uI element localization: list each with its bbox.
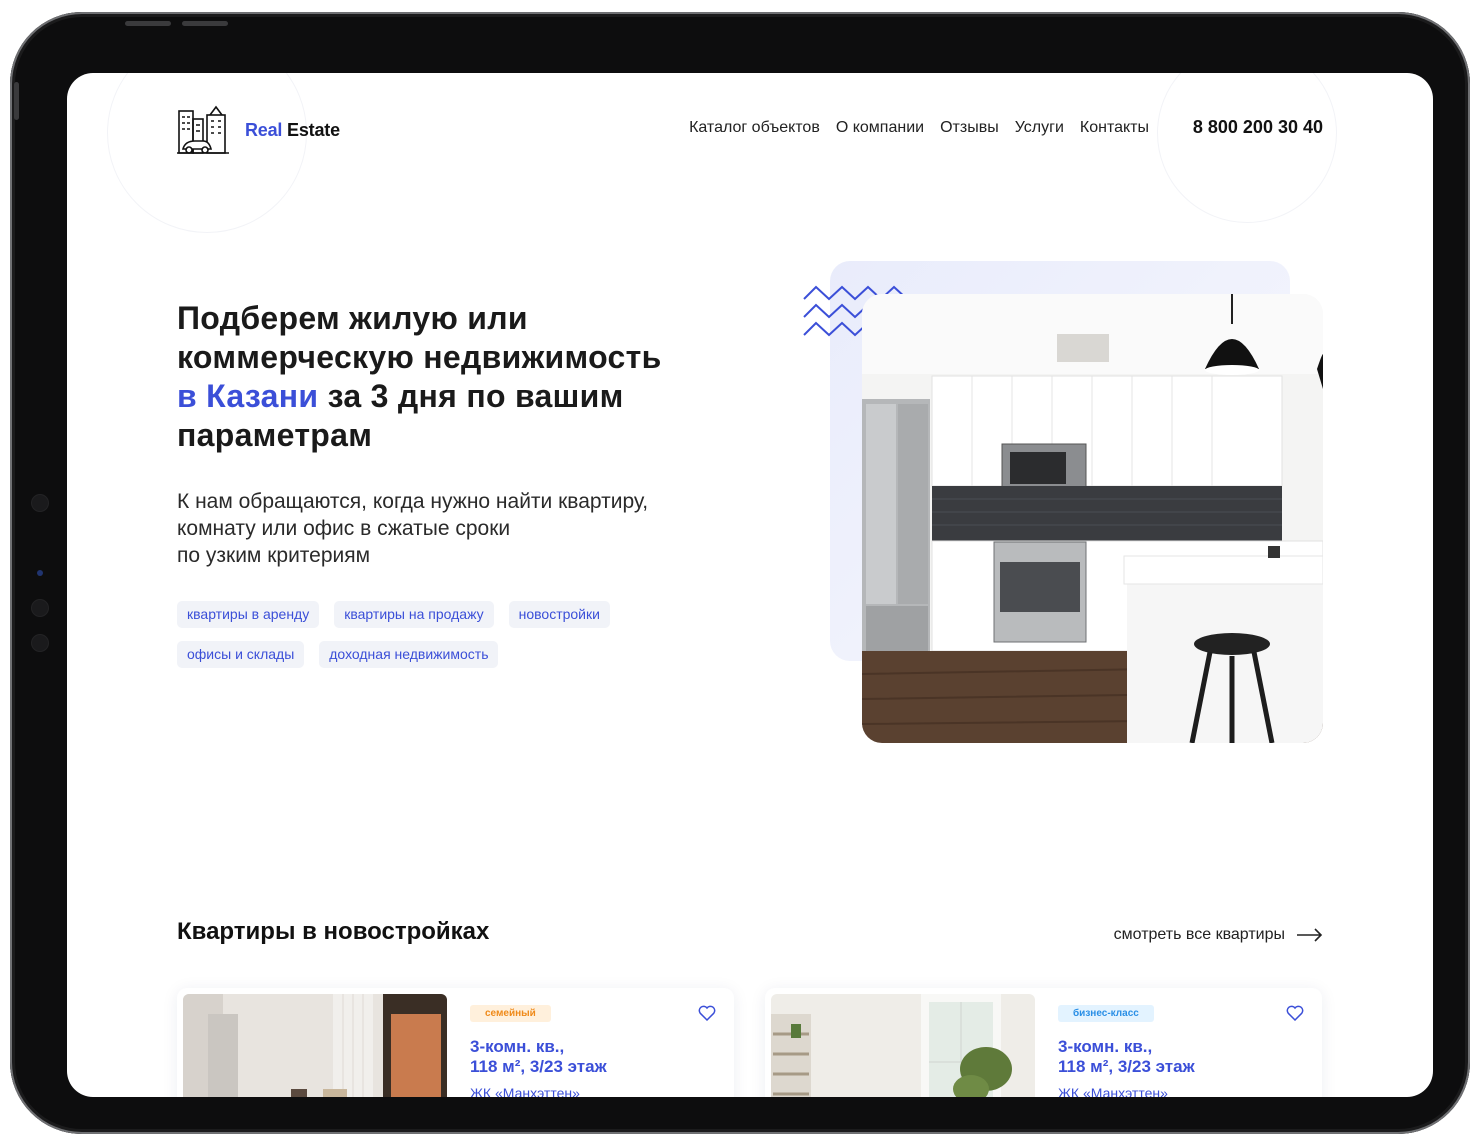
tag-new-buildings[interactable]: новостройки [508, 601, 610, 628]
hero-subtitle-line: по узким критериям [177, 544, 371, 567]
hero-title: Подберем жилую или коммерческую недвижим… [177, 299, 777, 455]
brand-name: Real Estate [245, 120, 340, 141]
hero-title-city: в Казани [177, 378, 319, 414]
hero-title-line: коммерческую недвижимость [177, 339, 662, 375]
camera-led [37, 570, 43, 576]
apartment-photo [771, 994, 1035, 1097]
logo[interactable]: Real Estate [177, 105, 340, 155]
section-title: Квартиры в новостройках [177, 918, 490, 945]
see-all-link[interactable]: смотреть все квартиры [1114, 926, 1323, 944]
brand-name-rest: Estate [287, 119, 340, 140]
device-button [182, 21, 228, 26]
apartment-card[interactable]: семейный 3-комн. кв., 118 м², 3/23 этаж Ж… [177, 988, 734, 1097]
kitchen-illustration [862, 294, 1323, 743]
tag-rent[interactable]: квартиры в аренду [177, 601, 320, 628]
project-link[interactable]: ЖК «Манхэттен» [470, 1085, 580, 1097]
tag-income-property[interactable]: доходная недвижимость [319, 641, 499, 668]
apartment-title-line: 3-комн. кв., [1058, 1037, 1153, 1056]
badge-family: семейный [470, 1005, 551, 1022]
screen: Real Estate Каталог объектов О компании … [67, 73, 1433, 1097]
hero-subtitle-line: К нам обращаются, когда нужно найти квар… [177, 490, 649, 513]
phone-link[interactable]: 8 800 200 30 40 [1193, 117, 1323, 138]
device-button [14, 82, 19, 120]
apartment-title: 3-комн. кв., 118 м², 3/23 этаж [1058, 1037, 1288, 1077]
arrow-right-icon [1297, 928, 1323, 942]
apartment-photo [183, 994, 447, 1097]
hero-title-line: Подберем жилую или [177, 300, 528, 336]
hero-title-line: за 3 дня по вашим [327, 378, 624, 414]
room-illustration [183, 994, 447, 1097]
see-all-label: смотреть все квартиры [1113, 926, 1285, 943]
tag-offices[interactable]: офисы и склады [177, 641, 305, 668]
nav-item-about[interactable]: О компании [836, 119, 924, 137]
project-link[interactable]: ЖК «Манхэттен» [1058, 1085, 1168, 1097]
apartment-title-line: 118 м², 3/23 этаж [470, 1057, 607, 1076]
heart-icon[interactable] [698, 1005, 716, 1021]
camera-dot [31, 494, 49, 512]
hero-subtitle-line: комнату или офис в сжатые сроки [177, 517, 511, 540]
device-button [125, 21, 171, 26]
category-tags: квартиры в аренду квартиры на продажу но… [177, 601, 697, 668]
tag-sale[interactable]: квартиры на продажу [334, 601, 494, 628]
buildings-logo-icon [177, 105, 229, 154]
main-nav: Каталог объектов О компании Отзывы Услуг… [689, 119, 1149, 137]
hero-title-line: параметрам [177, 417, 373, 453]
camera-dot [31, 634, 49, 652]
room-illustration [771, 994, 1035, 1097]
hero-kitchen-photo [862, 294, 1323, 743]
apartment-title-line: 3-комн. кв., [470, 1037, 565, 1056]
hero-subtitle: К нам обращаются, когда нужно найти квар… [177, 488, 757, 569]
heart-icon[interactable] [1286, 1005, 1304, 1021]
badge-business: бизнес-класс [1058, 1005, 1154, 1022]
site-header: Real Estate Каталог объектов О компании … [177, 105, 1323, 155]
apartment-card[interactable]: бизнес-класс 3-комн. кв., 118 м², 3/23 эт… [765, 988, 1322, 1097]
nav-item-catalog[interactable]: Каталог объектов [689, 119, 820, 137]
camera-dot [31, 599, 49, 617]
tablet-frame: Real Estate Каталог объектов О компании … [10, 12, 1470, 1134]
nav-item-contacts[interactable]: Контакты [1080, 119, 1149, 137]
brand-name-accent: Real [245, 119, 283, 140]
nav-item-reviews[interactable]: Отзывы [940, 119, 999, 137]
apartment-title: 3-комн. кв., 118 м², 3/23 этаж [470, 1037, 700, 1077]
nav-item-services[interactable]: Услуги [1015, 119, 1064, 137]
apartment-title-line: 118 м², 3/23 этаж [1058, 1057, 1195, 1076]
